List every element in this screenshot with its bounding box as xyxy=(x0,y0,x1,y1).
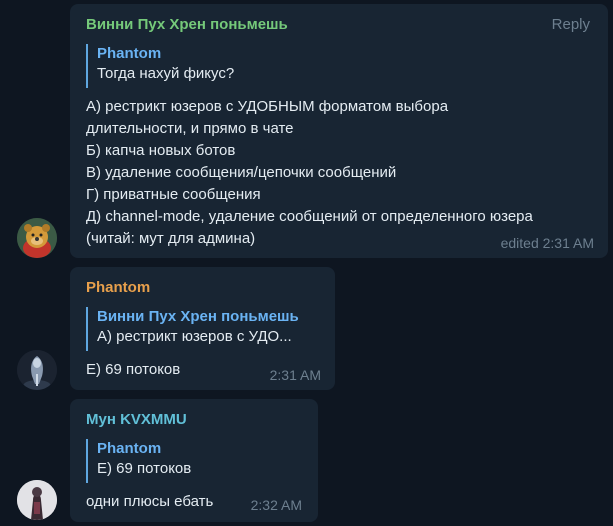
reply-quote[interactable]: Phantom Тогда нахуй фикус? xyxy=(86,44,386,88)
quote-sender: Винни Пух Хрен поньмешь xyxy=(97,308,299,325)
phantom-avatar-icon xyxy=(17,350,57,390)
message-text: одни плюсы ебать xyxy=(86,493,214,510)
message-time: edited 2:31 AM xyxy=(500,235,594,251)
winnie-pooh-avatar-icon xyxy=(17,218,57,258)
message-time: 2:32 AM xyxy=(250,497,302,513)
message-bubble[interactable]: Винни Пух Хрен поньмешь Reply Phantom То… xyxy=(70,4,608,258)
reply-quote[interactable]: Винни Пух Хрен поньмешь А) рестрикт юзер… xyxy=(86,307,322,351)
chat-history: Винни Пух Хрен поньмешь Reply Phantom То… xyxy=(0,0,613,526)
reply-quote[interactable]: Phantom Е) 69 потоков xyxy=(86,439,246,483)
quote-text: А) рестрикт юзеров с УДО... xyxy=(97,328,292,345)
message-text: Е) 69 потоков xyxy=(86,361,181,378)
avatar-phantom[interactable] xyxy=(17,350,57,390)
message-text: Г) приватные сообщения xyxy=(86,186,261,203)
message-text: Б) капча новых ботов xyxy=(86,142,236,159)
message-time: 2:31 AM xyxy=(269,367,321,383)
quote-sender: Phantom xyxy=(97,440,162,457)
quote-text: Е) 69 потоков xyxy=(97,460,192,477)
avatar-mun[interactable] xyxy=(17,480,57,520)
message-sender[interactable]: Винни Пух Хрен поньмешь xyxy=(86,16,288,33)
message-text: В) удаление сообщения/цепочки сообщений xyxy=(86,164,397,181)
quote-sender: Phantom xyxy=(97,45,162,62)
avatar-winnie[interactable] xyxy=(17,218,57,258)
message-bubble[interactable]: Phantom Винни Пух Хрен поньмешь А) рестр… xyxy=(70,267,335,390)
message-text: А) рестрикт юзеров с УДОБНЫМ форматом вы… xyxy=(86,98,449,115)
message-sender[interactable]: Phantom xyxy=(86,279,150,296)
reply-button[interactable]: Reply xyxy=(552,16,590,33)
message-sender[interactable]: Мун KVXMMU xyxy=(86,411,187,428)
message-text: Д) channel-mode, удаление сообщений от о… xyxy=(86,208,533,225)
message-text: (читай: мут для админа) xyxy=(86,230,256,247)
mun-avatar-icon xyxy=(17,480,57,520)
message-text: длительности, и прямо в чате xyxy=(86,120,294,137)
quote-text: Тогда нахуй фикус? xyxy=(97,65,235,82)
message-bubble[interactable]: Мун KVXMMU Phantom Е) 69 потоков одни пл… xyxy=(70,399,318,522)
